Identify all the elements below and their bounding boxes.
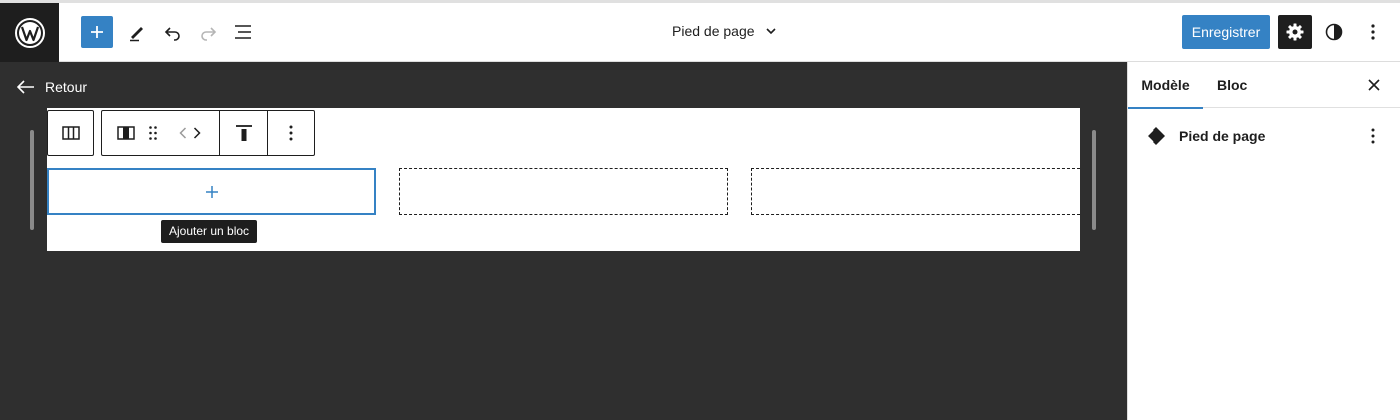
top-toolbar: Pied de page Enregistrer	[0, 0, 1400, 62]
redo-button[interactable]	[192, 16, 224, 48]
column-2[interactable]	[399, 168, 728, 215]
close-sidebar-button[interactable]	[1362, 73, 1386, 97]
gear-icon	[1286, 23, 1304, 41]
column-icon	[117, 126, 135, 140]
chevron-left-icon	[179, 127, 187, 139]
sidebar-tabs: Modèle Bloc	[1128, 62, 1400, 109]
close-icon	[1368, 79, 1380, 91]
add-block-button[interactable]	[81, 16, 113, 48]
tab-template[interactable]: Modèle	[1128, 62, 1203, 109]
drag-handle[interactable]	[144, 111, 162, 155]
back-label: Retour	[45, 79, 88, 95]
settings-button[interactable]	[1278, 15, 1312, 49]
settings-sidebar: Modèle Bloc Pied de page	[1127, 62, 1400, 420]
pencil-icon	[130, 27, 143, 42]
resize-handle-left[interactable]	[30, 130, 34, 230]
styles-button[interactable]	[1318, 16, 1350, 48]
add-block-tooltip: Ajouter un bloc	[161, 220, 258, 243]
editor-canvas: Retour Ajouter un bloc	[0, 62, 1127, 420]
undo-button[interactable]	[157, 16, 189, 48]
kebab-icon	[289, 125, 293, 141]
tools-button[interactable]	[121, 16, 153, 48]
template-part-options-button[interactable]	[1361, 124, 1385, 148]
plus-icon	[91, 26, 103, 38]
kebab-icon	[1371, 128, 1375, 144]
move-left-button[interactable]	[176, 111, 190, 155]
kebab-icon	[1371, 24, 1375, 40]
back-link[interactable]: Retour	[17, 79, 87, 95]
options-button[interactable]	[1357, 16, 1389, 48]
block-toolbar	[101, 110, 315, 156]
select-parent-button[interactable]	[47, 110, 94, 156]
move-right-button[interactable]	[190, 111, 204, 155]
block-options-button[interactable]	[268, 111, 314, 155]
column-3[interactable]	[751, 168, 1080, 215]
template-title-dropdown[interactable]: Pied de page	[672, 23, 777, 39]
columns-icon	[61, 126, 80, 140]
wordpress-logo-icon[interactable]	[0, 3, 59, 62]
list-view-icon	[235, 25, 251, 39]
redo-icon	[201, 27, 217, 41]
vertical-align-button[interactable]	[220, 111, 267, 155]
list-view-button[interactable]	[227, 16, 259, 48]
tab-block[interactable]: Bloc	[1217, 62, 1247, 108]
chevron-down-icon	[765, 28, 776, 35]
template-part-name: Pied de page	[1179, 128, 1266, 144]
plus-icon	[205, 185, 218, 198]
column-1-add-block[interactable]	[47, 168, 376, 215]
arrow-left-icon	[17, 80, 34, 94]
undo-icon	[164, 27, 180, 41]
block-type-button[interactable]	[114, 111, 138, 155]
template-title: Pied de page	[672, 23, 755, 39]
template-part-row: Pied de page	[1128, 118, 1400, 154]
resize-handle-right[interactable]	[1092, 130, 1096, 230]
template-part-icon	[1145, 127, 1165, 145]
chevron-right-icon	[193, 127, 201, 139]
save-button[interactable]: Enregistrer	[1182, 15, 1270, 49]
align-top-icon	[235, 125, 252, 141]
half-circle-icon	[1325, 23, 1343, 41]
drag-handle-icon	[149, 126, 157, 140]
template-part-frame: Ajouter un bloc	[47, 108, 1080, 251]
